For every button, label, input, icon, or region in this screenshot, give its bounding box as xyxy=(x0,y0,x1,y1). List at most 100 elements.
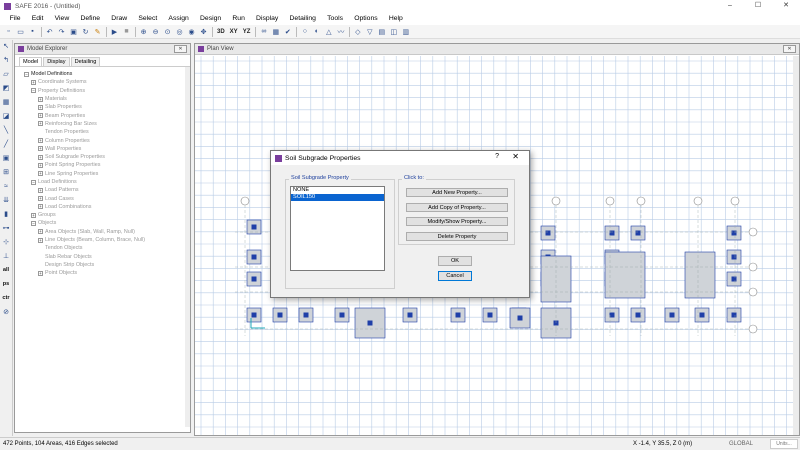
expand-icon[interactable]: + xyxy=(38,121,43,127)
menu-assign[interactable]: Assign xyxy=(163,12,195,25)
menu-file[interactable]: File xyxy=(4,12,26,25)
menu-display[interactable]: Display xyxy=(250,12,283,25)
rotate-icon[interactable]: ◐ xyxy=(311,26,322,37)
expand-icon[interactable]: + xyxy=(38,146,43,152)
add-copy-property-button[interactable]: Add Copy of Property... xyxy=(406,203,508,212)
tree-item[interactable]: Tendon Objects xyxy=(18,244,190,252)
expand-icon[interactable]: + xyxy=(38,270,43,276)
property-listbox[interactable]: NONE SOIL150 xyxy=(290,186,385,271)
expand-icon[interactable]: + xyxy=(38,162,43,168)
pencil-icon[interactable]: ✎ xyxy=(92,26,103,37)
clear-selection-button[interactable]: ctr xyxy=(0,292,12,304)
zoom-out-icon[interactable]: ⊖ xyxy=(150,26,161,37)
refresh-icon[interactable]: ↻ xyxy=(80,26,91,37)
menu-run[interactable]: Run xyxy=(227,12,251,25)
tree-item[interactable]: + Column Properties xyxy=(18,136,190,144)
tree-item[interactable]: + Soil Subgrade Properties xyxy=(18,153,190,161)
deformed-icon[interactable]: 〰 xyxy=(335,26,346,37)
tree-item[interactable]: + Load Cases xyxy=(18,194,190,202)
lock-icon[interactable]: ▣ xyxy=(68,26,79,37)
tab-display[interactable]: Display xyxy=(43,57,70,66)
area-icon[interactable]: ▱ xyxy=(0,68,12,80)
tree-item[interactable]: − Load Definitions xyxy=(18,178,190,186)
menu-tools[interactable]: Tools xyxy=(322,12,349,25)
tree-item[interactable]: − Model Definitions xyxy=(18,70,190,78)
tree-item[interactable]: + Groups xyxy=(18,211,190,219)
expand-icon[interactable]: + xyxy=(38,104,43,110)
zoom-prev-icon[interactable]: ◎ xyxy=(174,26,185,37)
expand-icon[interactable]: + xyxy=(38,229,43,235)
dialog-close-button[interactable]: ✕ xyxy=(512,152,519,161)
menu-draw[interactable]: Draw xyxy=(106,12,133,25)
menu-detailing[interactable]: Detailing xyxy=(284,12,322,25)
tree-item[interactable]: Design Strip Objects xyxy=(18,261,190,269)
add-new-property-button[interactable]: Add New Property... xyxy=(406,188,508,197)
explorer-close-icon[interactable]: ✕ xyxy=(174,45,187,53)
beam-icon[interactable]: ╲ xyxy=(0,124,12,136)
tab-detailing[interactable]: Detailing xyxy=(70,57,101,66)
menu-help[interactable]: Help xyxy=(383,12,408,25)
units-dropdown[interactable]: Units... xyxy=(770,439,798,449)
binoculars-icon[interactable]: ∞ xyxy=(258,26,269,37)
expand-icon[interactable] xyxy=(38,254,43,260)
plan-scrollbar[interactable] xyxy=(793,56,799,435)
save-icon[interactable]: ▪ xyxy=(27,26,38,37)
tab-model[interactable]: Model xyxy=(19,57,43,66)
expand-icon[interactable] xyxy=(38,245,43,251)
select-previous-button[interactable]: ps xyxy=(0,278,12,290)
tree-item[interactable]: − Objects xyxy=(18,219,190,227)
reset-icon[interactable]: ◫ xyxy=(388,26,399,37)
expand-icon[interactable]: + xyxy=(38,96,43,102)
wall-icon[interactable]: ▮ xyxy=(0,208,12,220)
expand-icon[interactable]: + xyxy=(38,237,43,243)
shape-icon[interactable]: ◇ xyxy=(352,26,363,37)
view-3d-button[interactable]: 3D xyxy=(215,26,227,37)
collapse-icon[interactable]: − xyxy=(24,71,29,77)
expand-icon[interactable] xyxy=(38,129,43,135)
expand-icon[interactable]: + xyxy=(38,138,43,144)
tree-item[interactable]: + Point Objects xyxy=(18,269,190,277)
warning-icon[interactable]: △ xyxy=(323,26,334,37)
tree-item[interactable]: + Wall Properties xyxy=(18,145,190,153)
plan-view-close-icon[interactable]: ✕ xyxy=(783,45,796,53)
check-icon[interactable]: ✔ xyxy=(282,26,293,37)
delete-property-button[interactable]: Delete Property xyxy=(406,232,508,241)
load-icon[interactable]: ⇊ xyxy=(0,194,12,206)
line-icon[interactable]: ╱ xyxy=(0,138,12,150)
zoom-icon[interactable]: ⊹ xyxy=(0,236,12,248)
maximize-button[interactable]: ☐ xyxy=(744,0,772,12)
pointer-icon[interactable]: ↖ xyxy=(0,40,12,52)
tree-item[interactable]: + Coordinate Systems xyxy=(18,78,190,86)
clear-icon[interactable]: ⊘ xyxy=(0,306,12,318)
ok-button[interactable]: OK xyxy=(438,256,472,266)
expand-icon[interactable]: + xyxy=(38,187,43,193)
redo-icon[interactable]: ↷ xyxy=(56,26,67,37)
collapse-icon[interactable]: − xyxy=(31,88,36,94)
menu-view[interactable]: View xyxy=(49,12,75,25)
zoom-in-icon[interactable]: ⊕ xyxy=(138,26,149,37)
expand-icon[interactable] xyxy=(38,262,43,268)
tree-item[interactable]: + Area Objects (Slab, Wall, Ramp, Null) xyxy=(18,228,190,236)
pin-icon[interactable]: ⊥ xyxy=(0,250,12,262)
cancel-button[interactable]: Cancel xyxy=(438,271,472,281)
point-icon[interactable]: ⊞ xyxy=(0,166,12,178)
grid-icon[interactable]: ▤ xyxy=(376,26,387,37)
tree-item[interactable]: Tendon Properties xyxy=(18,128,190,136)
list-item[interactable]: NONE xyxy=(291,187,384,194)
view-yz-button[interactable]: YZ xyxy=(241,26,253,37)
modify-property-button[interactable]: Modify/Show Property... xyxy=(406,217,508,226)
zoom-window-icon[interactable]: ⊙ xyxy=(162,26,173,37)
explorer-scrollbar[interactable] xyxy=(185,67,190,427)
tree-item[interactable]: + Load Patterns xyxy=(18,186,190,194)
list-item-selected[interactable]: SOIL150 xyxy=(291,194,384,201)
collapse-icon[interactable]: − xyxy=(31,220,36,226)
undo-icon[interactable]: ↶ xyxy=(44,26,55,37)
table-icon[interactable]: ▥ xyxy=(400,26,411,37)
design-strip-icon[interactable]: ⊶ xyxy=(0,222,12,234)
filter-icon[interactable]: ▽ xyxy=(364,26,375,37)
tree-item[interactable]: + Line Objects (Beam, Column, Brace, Null… xyxy=(18,236,190,244)
tree-item[interactable]: − Property Definitions xyxy=(18,87,190,95)
minimize-button[interactable]: – xyxy=(716,0,744,12)
drop-panel-icon[interactable]: ▦ xyxy=(0,96,12,108)
collapse-icon[interactable]: − xyxy=(31,179,36,185)
